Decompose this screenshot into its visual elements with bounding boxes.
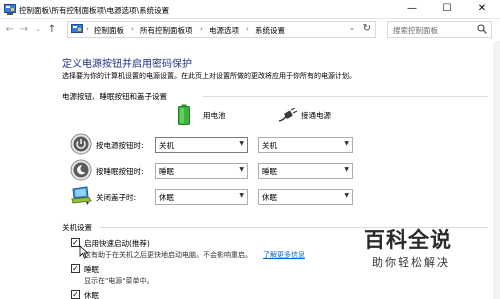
- sleep-button-battery-select[interactable]: 睡眠 ▼: [155, 163, 248, 179]
- learn-more-link[interactable]: 了解更多信息: [263, 250, 305, 260]
- hibernate-checkbox[interactable]: ✓: [71, 290, 80, 299]
- close-lid-plugged-value: 休眠: [262, 193, 277, 202]
- chevron-down-icon: ▼: [239, 140, 244, 147]
- search-placeholder: 搜索控制面板: [393, 26, 438, 35]
- mouse-cursor-icon: [79, 245, 89, 259]
- chevron-down-icon: ▼: [344, 166, 349, 173]
- sleep-button-battery-value: 睡眠: [159, 167, 174, 176]
- control-panel-icon: [4, 4, 16, 15]
- scrollbar[interactable]: [493, 41, 500, 299]
- sleep-checkbox[interactable]: ✓: [71, 264, 80, 273]
- battery-icon: [178, 104, 190, 125]
- title-bar: 控制面板\所有控制面板项\电源选项\系统设置 — ☐ ✕: [0, 0, 500, 19]
- page-description: 选择要为你的计算机设置的电源设置。在此页上对设置所做的更改将应用于你所有的电源计…: [62, 72, 356, 80]
- power-button-label: 按电源按钮时:: [96, 141, 144, 150]
- power-button-battery-value: 关机: [159, 141, 174, 150]
- column-plugged-in: 接通电源: [301, 111, 331, 120]
- sleep-button-plugged-value: 睡眠: [262, 167, 277, 176]
- chevron-down-icon: ▼: [344, 192, 349, 199]
- fast-startup-label[interactable]: 启用快速启动(推荐): [84, 238, 150, 249]
- close-lid-battery-value: 休眠: [159, 193, 174, 202]
- close-lid-battery-select[interactable]: 休眠 ▼: [155, 189, 248, 205]
- sleep-button-label: 按睡眠按钮时:: [96, 167, 144, 176]
- breadcrumb-power-options[interactable]: 电源选项: [209, 25, 239, 36]
- chevron-down-icon: ▼: [239, 192, 244, 199]
- close-lid-plugged-select[interactable]: 休眠 ▼: [258, 189, 353, 205]
- breadcrumb-system-settings[interactable]: 系统设置: [255, 25, 285, 36]
- sleep-button-plugged-select[interactable]: 睡眠 ▼: [258, 163, 353, 179]
- breadcrumb-separator: ›: [86, 25, 89, 33]
- fast-startup-description: 这有助于在关机之后更快地启动电脑。不会影响重启。: [84, 251, 252, 259]
- search-box[interactable]: 搜索控制面板: [387, 21, 492, 38]
- control-panel-icon: [71, 24, 83, 33]
- breadcrumb-separator: ›: [200, 25, 203, 33]
- column-battery: 用电池: [203, 111, 226, 120]
- chevron-down-icon: ▼: [239, 166, 244, 173]
- maximize-button[interactable]: ☐: [433, 0, 461, 18]
- power-plug-icon: [278, 108, 298, 122]
- close-lid-label: 关闭盖子时:: [96, 193, 137, 202]
- minimize-button[interactable]: —: [398, 0, 426, 18]
- breadcrumb-control-panel[interactable]: 控制面板: [94, 25, 124, 36]
- address-bar[interactable]: › 控制面板 › 所有控制面板项 › 电源选项 › 系统设置 ⌄ ↻: [67, 21, 376, 38]
- close-button[interactable]: ✕: [468, 0, 496, 18]
- power-icon: [70, 133, 92, 155]
- breadcrumb-all-items[interactable]: 所有控制面板项: [140, 25, 193, 36]
- sleep-option-description: 显示在"电源"菜单中。: [84, 277, 154, 285]
- up-button[interactable]: ↑: [46, 23, 58, 36]
- section-divider: [203, 96, 488, 97]
- search-icon[interactable]: [477, 24, 487, 34]
- shutdown-section-heading: 关机设置: [62, 223, 92, 232]
- hibernate-option-label[interactable]: 休眠: [84, 290, 99, 299]
- power-button-plugged-select[interactable]: 关机 ▼: [258, 137, 353, 153]
- back-button[interactable]: ←: [4, 23, 16, 36]
- power-button-plugged-value: 关机: [262, 141, 277, 150]
- window-title: 控制面板\所有控制面板项\电源选项\系统设置: [19, 6, 170, 15]
- sleep-icon: [70, 159, 92, 181]
- recent-locations-button[interactable]: ⌄: [32, 23, 44, 36]
- navigation-bar: ← → ⌄ ↑ › 控制面板 › 所有控制面板项 › 电源选项 › 系统设置 ⌄…: [0, 19, 500, 41]
- watermark-title: 百科全说: [364, 228, 452, 252]
- chevron-down-icon: ▼: [344, 140, 349, 147]
- refresh-icon[interactable]: ↻: [363, 23, 371, 34]
- page-title: 定义电源按钮并启用密码保护: [62, 59, 192, 70]
- forward-button[interactable]: →: [18, 23, 30, 36]
- address-dropdown-icon[interactable]: ⌄: [349, 24, 355, 32]
- watermark-subtitle: 助你轻松解决: [372, 256, 450, 269]
- sleep-option-label[interactable]: 睡眠: [84, 264, 99, 275]
- lid-icon: [71, 186, 92, 205]
- power-section-heading: 电源按钮、睡眠按钮和盖子设置: [62, 92, 167, 101]
- breadcrumb-separator: ›: [246, 25, 249, 33]
- breadcrumb-separator: ›: [131, 25, 134, 33]
- power-button-battery-select[interactable]: 关机 ▼: [155, 137, 248, 153]
